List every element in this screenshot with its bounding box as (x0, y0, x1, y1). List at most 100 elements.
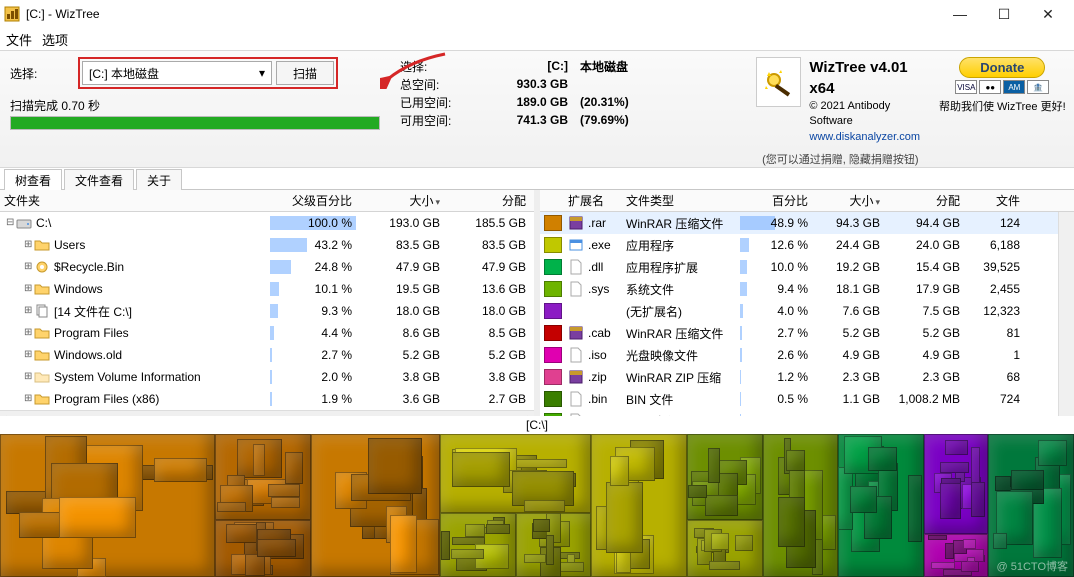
ext-name: .iso (588, 348, 607, 362)
brand-block: WizTree v4.01 x64 © 2021 Antibody Softwa… (750, 51, 931, 151)
rar-icon (568, 369, 584, 385)
ext-row[interactable]: (无扩展名)4.0 %7.6 GB7.5 GB12,323 (540, 300, 1074, 322)
ext-row[interactable]: .cabWinRAR 压缩文件2.7 %5.2 GB5.2 GB81 (540, 322, 1074, 344)
ext-row[interactable]: .iso光盘映像文件2.6 %4.9 GB4.9 GB1 (540, 344, 1074, 366)
folder-alloc: 8.5 GB (444, 324, 530, 342)
treemap-subblock (285, 452, 303, 484)
folder-size: 18.0 GB (356, 302, 444, 320)
expander-icon[interactable]: ⊞ (22, 239, 34, 251)
expander-icon[interactable]: ⊞ (22, 261, 34, 273)
folder-row[interactable]: ⊞Windows10.1 %19.5 GB13.6 GB (0, 278, 534, 300)
treemap-subblock (850, 486, 877, 512)
ext-name: .sys (588, 282, 609, 296)
ext-pct: 0.5 % (777, 392, 808, 406)
stat-free-pct: (79.69%) (580, 113, 660, 127)
ext-pct: 0.4 % (777, 414, 808, 416)
expander-icon[interactable]: ⊞ (22, 393, 34, 405)
ext-row[interactable]: .zipWinRAR ZIP 压缩1.2 %2.3 GB2.3 GB68 (540, 366, 1074, 388)
folder-row[interactable]: ⊞Users43.2 %83.5 GB83.5 GB (0, 234, 534, 256)
treemap-subblock (606, 482, 643, 553)
ext-row[interactable]: .binBIN 文件0.5 %1.1 GB1,008.2 MB724 (540, 388, 1074, 410)
brand-site-link[interactable]: www.diskanalyzer.com (809, 130, 924, 145)
treemap-subblock (217, 502, 246, 512)
ext-files: 68 (964, 368, 1024, 386)
folder-alloc: 47.9 GB (444, 258, 530, 276)
folder-pct: 2.0 % (321, 370, 352, 384)
stat-total-label: 总空间: (400, 76, 480, 93)
rar-icon (568, 325, 584, 341)
folder-row[interactable]: ⊞$Recycle.Bin24.8 %47.9 GB47.9 GB (0, 256, 534, 278)
folder-row[interactable]: ⊟C:\100.0 %193.0 GB185.5 GB (0, 212, 534, 234)
scan-button[interactable]: 扫描 (276, 61, 334, 85)
folder-name: Program Files (54, 326, 129, 340)
treemap-subblock (963, 539, 976, 548)
menu-options[interactable]: 选项 (42, 30, 68, 49)
tab-files[interactable]: 文件查看 (64, 169, 134, 190)
ext-type: WinRAR 压缩文件 (622, 323, 740, 344)
vscrollbar-right[interactable] (1058, 212, 1074, 416)
folder-pct: 9.3 % (321, 304, 352, 318)
ext-row[interactable]: .exe应用程序12.6 %24.4 GB24.0 GB6,188 (540, 234, 1074, 256)
ext-row[interactable]: .edbEDB 文件0.4 %862.3 MB141.2 MB15 (540, 410, 1074, 416)
ext-files: 6,188 (964, 236, 1024, 254)
expander-icon[interactable]: ⊞ (22, 283, 34, 295)
hdr-ext[interactable]: 扩展名 (564, 190, 622, 211)
ext-type: 系统文件 (622, 279, 740, 300)
treemap-subblock (908, 475, 922, 543)
ext-alloc: 141.2 MB (884, 412, 964, 416)
treemap-subblock (778, 497, 805, 547)
expander-icon[interactable]: ⊞ (22, 349, 34, 361)
window-title: [C:] - WizTree (26, 7, 100, 21)
hdr-parent-pct[interactable]: 父级百分比 (270, 190, 356, 211)
hdr-alloc-r[interactable]: 分配 (884, 190, 964, 211)
stat-used-pct: (20.31%) (580, 95, 660, 109)
hdr-files[interactable]: 文件 (964, 190, 1024, 211)
treemap-subblock (271, 497, 301, 508)
close-button[interactable]: ✕ (1026, 0, 1070, 28)
treemap-subblock (708, 448, 720, 483)
folder-row[interactable]: ⊞[14 文件在 C:\]9.3 %18.0 GB18.0 GB (0, 300, 534, 322)
path-bar: [C:\] (0, 416, 1074, 434)
folder-row[interactable]: ⊞Program Files4.4 %8.6 GB8.5 GB (0, 322, 534, 344)
ext-name: .bin (588, 392, 607, 406)
ext-row[interactable]: .sys系统文件9.4 %18.1 GB17.9 GB2,455 (540, 278, 1074, 300)
donate-button[interactable]: Donate (959, 57, 1045, 78)
treemap-subblock (993, 533, 1006, 549)
progress-bar (10, 116, 380, 130)
ext-row[interactable]: .rarWinRAR 压缩文件48.9 %94.3 GB94.4 GB124 (540, 212, 1074, 234)
expander-icon[interactable]: ⊞ (22, 371, 34, 383)
hdr-folder[interactable]: 文件夹 (0, 190, 270, 211)
tab-about[interactable]: 关于 (136, 169, 182, 190)
treemap-subblock (257, 539, 295, 557)
menu-file[interactable]: 文件 (6, 30, 32, 49)
tab-tree[interactable]: 树查看 (4, 169, 62, 190)
color-swatch (544, 303, 562, 319)
brand-icon (756, 57, 801, 107)
hdr-size[interactable]: 大小 (356, 190, 444, 211)
ext-name: .exe (588, 238, 611, 252)
hdr-type[interactable]: 文件类型 (622, 190, 740, 211)
folder-row[interactable]: ⊞Windows.old2.7 %5.2 GB5.2 GB (0, 344, 534, 366)
ext-row[interactable]: .dll应用程序扩展10.0 %19.2 GB15.4 GB39,525 (540, 256, 1074, 278)
expander-icon[interactable]: ⊟ (4, 217, 16, 229)
treemap-subblock (940, 462, 969, 473)
ext-files: 724 (964, 390, 1024, 408)
hdr-swatch[interactable] (540, 190, 564, 211)
maximize-button[interactable]: ☐ (982, 0, 1026, 28)
drive-combo[interactable]: [C:] 本地磁盘 ▾ (82, 61, 272, 85)
ext-alloc: 17.9 GB (884, 280, 964, 298)
file-icon (568, 413, 584, 416)
donate-panel: Donate VISA ●● AM 🏦 帮助我们使 WizTree 更好! (931, 51, 1074, 167)
hdr-pct[interactable]: 百分比 (740, 190, 812, 211)
hdr-size-r[interactable]: 大小 (812, 190, 884, 211)
hdr-alloc[interactable]: 分配 (444, 190, 530, 211)
folder-row[interactable]: ⊞System Volume Information2.0 %3.8 GB3.8… (0, 366, 534, 388)
expander-icon[interactable]: ⊞ (22, 305, 34, 317)
treemap[interactable]: @ 51CTO博客 (0, 434, 1074, 577)
color-swatch (544, 259, 562, 275)
expander-icon[interactable]: ⊞ (22, 327, 34, 339)
minimize-button[interactable]: ― (938, 0, 982, 28)
folder-row[interactable]: ⊞Program Files (x86)1.9 %3.6 GB2.7 GB (0, 388, 534, 410)
ext-alloc: 4.9 GB (884, 346, 964, 364)
hscrollbar-left[interactable]: ◂▸ (0, 410, 534, 416)
